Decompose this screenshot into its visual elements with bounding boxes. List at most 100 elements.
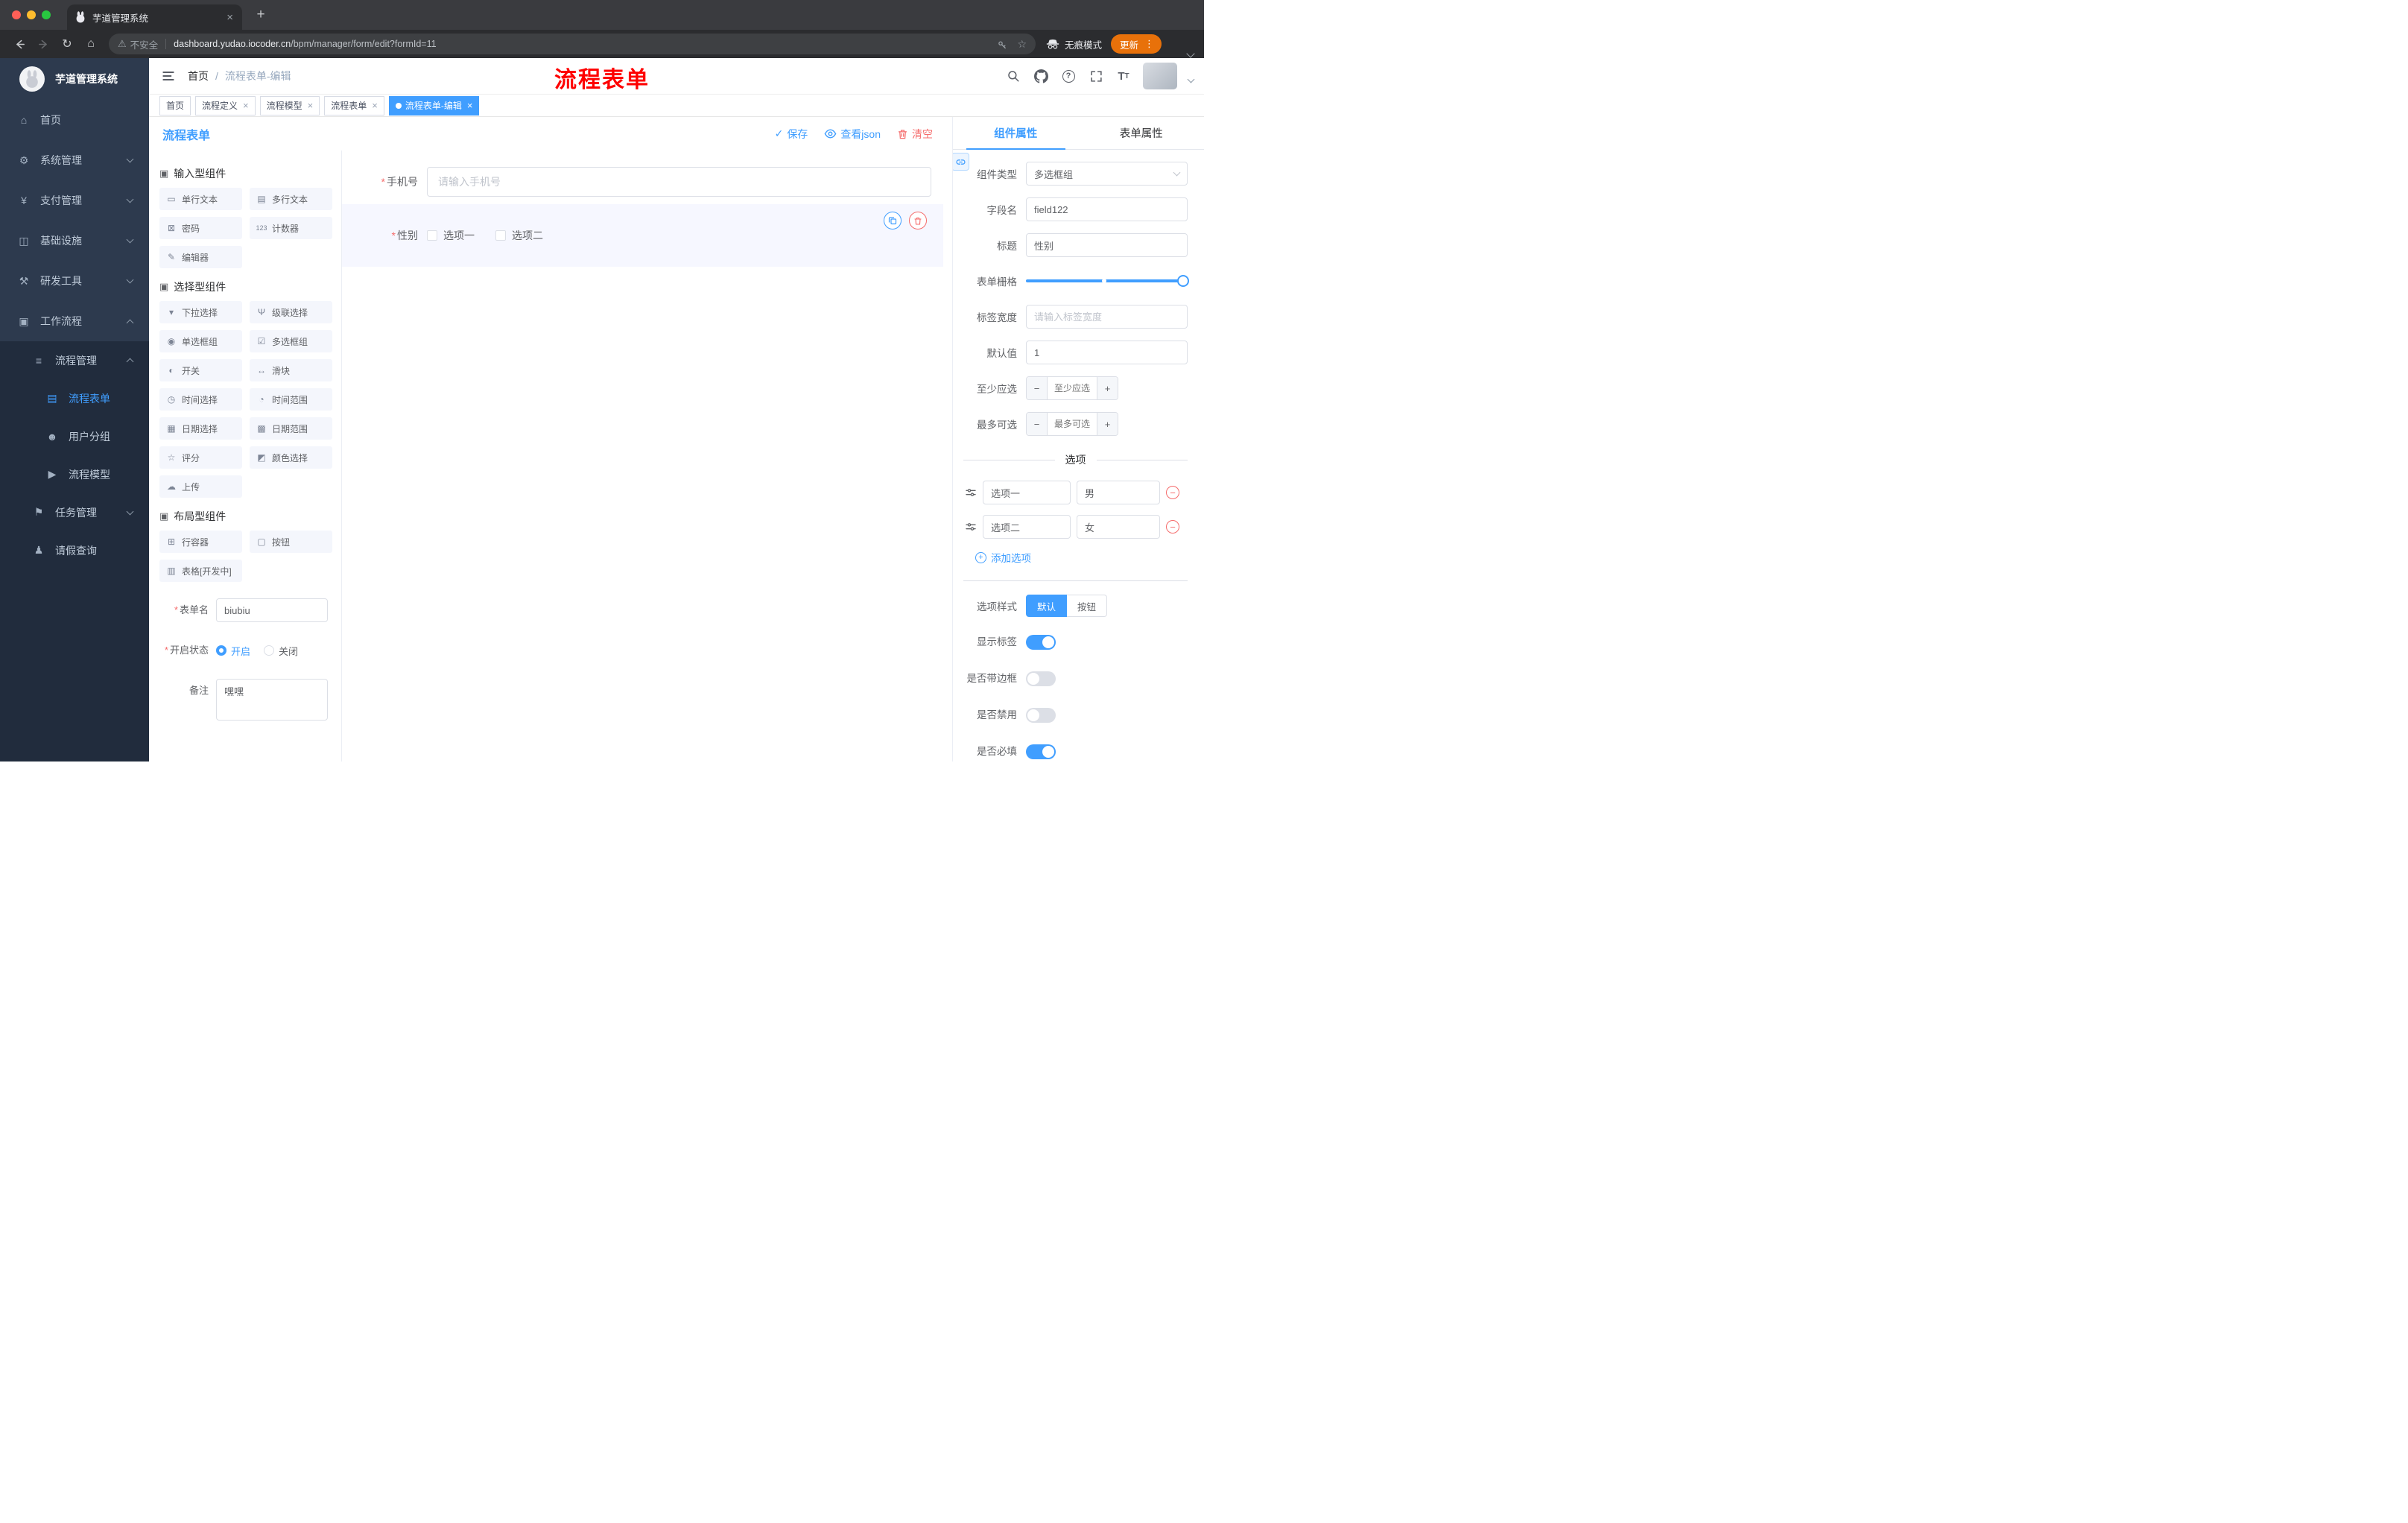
sidebar-item-process-management[interactable]: ≡ 流程管理: [0, 341, 149, 379]
sidebar-item-devtools[interactable]: ⚒ 研发工具: [0, 261, 149, 301]
fullscreen-icon[interactable]: [1088, 68, 1104, 84]
palette-item-rate[interactable]: ☆ 评分: [159, 446, 242, 469]
browser-update-button[interactable]: 更新 ⋮: [1111, 34, 1162, 54]
browser-menu-kebab-icon[interactable]: ⋮: [1141, 38, 1157, 50]
palette-item-counter[interactable]: 123 计数器: [250, 217, 332, 239]
tag-process-form[interactable]: 流程表单 ×: [324, 95, 384, 115]
reload-button[interactable]: ↻: [57, 34, 77, 54]
gender-option2-checkbox[interactable]: 选项二: [495, 228, 543, 243]
palette-item-date-picker[interactable]: ▦ 日期选择: [159, 417, 242, 440]
option-style-default-button[interactable]: 默认: [1026, 595, 1068, 617]
show-label-switch[interactable]: [1026, 635, 1056, 650]
remove-option-button[interactable]: −: [1166, 520, 1179, 533]
window-close-button[interactable]: [12, 10, 21, 19]
palette-item-button[interactable]: ▢ 按钮: [250, 531, 332, 553]
palette-item-multi-line-text[interactable]: ▤ 多行文本: [250, 188, 332, 210]
palette-item-table-dev[interactable]: ▥ 表格[开发中]: [159, 560, 242, 582]
sidebar-item-home[interactable]: ⌂ 首页: [0, 100, 149, 140]
form-grid-slider[interactable]: [1026, 269, 1189, 293]
stepper-minus-button[interactable]: −: [1027, 377, 1048, 399]
palette-item-upload[interactable]: ☁ 上传: [159, 475, 242, 498]
field-name-input[interactable]: [1026, 197, 1188, 221]
canvas-field-gender-selected[interactable]: * 性别 选项一 选项二: [342, 204, 943, 267]
tag-home[interactable]: 首页: [159, 95, 191, 115]
remove-option-button[interactable]: −: [1166, 486, 1179, 499]
disabled-switch[interactable]: [1026, 708, 1056, 723]
tab-component-props[interactable]: 组件属性: [953, 117, 1079, 150]
border-switch[interactable]: [1026, 671, 1056, 686]
view-json-button[interactable]: 查看json: [824, 127, 881, 142]
palette-item-slider[interactable]: ↔ 滑块: [250, 359, 332, 381]
clear-button[interactable]: 清空: [897, 127, 933, 142]
option-name-input[interactable]: [983, 515, 1071, 539]
tag-process-definition[interactable]: 流程定义 ×: [195, 95, 256, 115]
palette-item-cascader[interactable]: Ψ 级联选择: [250, 301, 332, 323]
canvas-field-phone[interactable]: * 手机号: [349, 167, 931, 197]
min-select-input[interactable]: [1048, 377, 1097, 399]
save-button[interactable]: ✓ 保存: [775, 127, 808, 142]
slider-knob[interactable]: [1177, 275, 1189, 287]
sidebar-item-process-form[interactable]: ▤ 流程表单: [0, 379, 149, 417]
sidebar-item-process-model[interactable]: ▶ 流程模型: [0, 455, 149, 493]
label-width-input[interactable]: [1026, 305, 1188, 329]
password-key-icon[interactable]: [997, 39, 1008, 50]
palette-item-color-picker[interactable]: ◩ 颜色选择: [250, 446, 332, 469]
sidebar-item-leave-query[interactable]: ♟ 请假查询: [0, 531, 149, 569]
tag-process-model[interactable]: 流程模型 ×: [259, 95, 320, 115]
tag-process-form-edit[interactable]: 流程表单-编辑 ×: [388, 95, 480, 115]
avatar-dropdown-chevron-icon[interactable]: [1187, 75, 1195, 83]
tag-close-icon[interactable]: ×: [243, 100, 249, 111]
sidebar-item-payment[interactable]: ¥ 支付管理: [0, 180, 149, 221]
add-option-button[interactable]: + 添加选项: [975, 549, 1188, 566]
user-avatar[interactable]: [1143, 63, 1177, 89]
help-icon[interactable]: ?: [1060, 68, 1077, 84]
home-button[interactable]: ⌂: [80, 34, 101, 54]
form-name-input[interactable]: [216, 598, 328, 622]
sidebar-item-user-group[interactable]: ☻ 用户分组: [0, 417, 149, 455]
stepper-minus-button[interactable]: −: [1027, 413, 1048, 435]
sidebar-item-workflow[interactable]: ▣ 工作流程: [0, 301, 149, 341]
panel-resize-handle[interactable]: [953, 153, 969, 171]
palette-item-time-picker[interactable]: ◷ 时间选择: [159, 388, 242, 411]
component-type-select[interactable]: 多选框组: [1026, 162, 1188, 186]
option-value-input[interactable]: [1077, 515, 1160, 539]
tab-form-props[interactable]: 表单属性: [1079, 117, 1205, 149]
browser-tab[interactable]: 芋道管理系统 ×: [67, 4, 242, 30]
title-input[interactable]: [1026, 233, 1188, 257]
status-radio-off[interactable]: 关闭: [264, 644, 298, 658]
back-button[interactable]: [9, 34, 30, 54]
breadcrumb-home[interactable]: 首页: [188, 69, 209, 83]
sidebar-item-system[interactable]: ⚙ 系统管理: [0, 140, 149, 180]
palette-item-checkbox-group[interactable]: ☑ 多选框组: [250, 330, 332, 352]
drag-handle-icon[interactable]: [965, 521, 977, 533]
palette-item-radio-group[interactable]: ◉ 单选框组: [159, 330, 242, 352]
sidebar-item-infrastructure[interactable]: ◫ 基础设施: [0, 221, 149, 261]
default-value-input[interactable]: [1026, 341, 1188, 364]
tag-close-icon[interactable]: ×: [372, 100, 378, 111]
search-icon[interactable]: [1005, 68, 1021, 84]
slider-track[interactable]: [1026, 279, 1188, 282]
sidebar-item-task-management[interactable]: ⚑ 任务管理: [0, 493, 149, 531]
tag-close-icon[interactable]: ×: [308, 100, 314, 111]
copy-field-button[interactable]: [884, 212, 902, 229]
font-size-icon[interactable]: TT: [1115, 68, 1132, 84]
forward-button[interactable]: [33, 34, 54, 54]
gender-option1-checkbox[interactable]: 选项一: [427, 228, 475, 243]
new-tab-button[interactable]: +: [251, 5, 270, 25]
palette-item-date-range[interactable]: ▩ 日期范围: [250, 417, 332, 440]
palette-item-editor[interactable]: ✎ 编辑器: [159, 246, 242, 268]
max-select-input[interactable]: [1048, 413, 1097, 435]
drag-handle-icon[interactable]: [965, 487, 977, 498]
option-value-input[interactable]: [1077, 481, 1160, 504]
hamburger-menu-icon[interactable]: [161, 69, 176, 83]
option-style-button-button[interactable]: 按钮: [1067, 595, 1108, 617]
github-icon[interactable]: [1033, 68, 1049, 84]
palette-item-dropdown[interactable]: ▾ 下拉选择: [159, 301, 242, 323]
palette-item-time-range[interactable]: ◔ 时间范围: [250, 388, 332, 411]
palette-item-row-container[interactable]: ⊞ 行容器: [159, 531, 242, 553]
status-radio-on[interactable]: 开启: [216, 644, 250, 658]
palette-item-switch[interactable]: ◐ 开关: [159, 359, 242, 381]
palette-item-single-line-text[interactable]: ▭ 单行文本: [159, 188, 242, 210]
stepper-plus-button[interactable]: +: [1097, 413, 1118, 435]
delete-field-button[interactable]: [909, 212, 927, 229]
